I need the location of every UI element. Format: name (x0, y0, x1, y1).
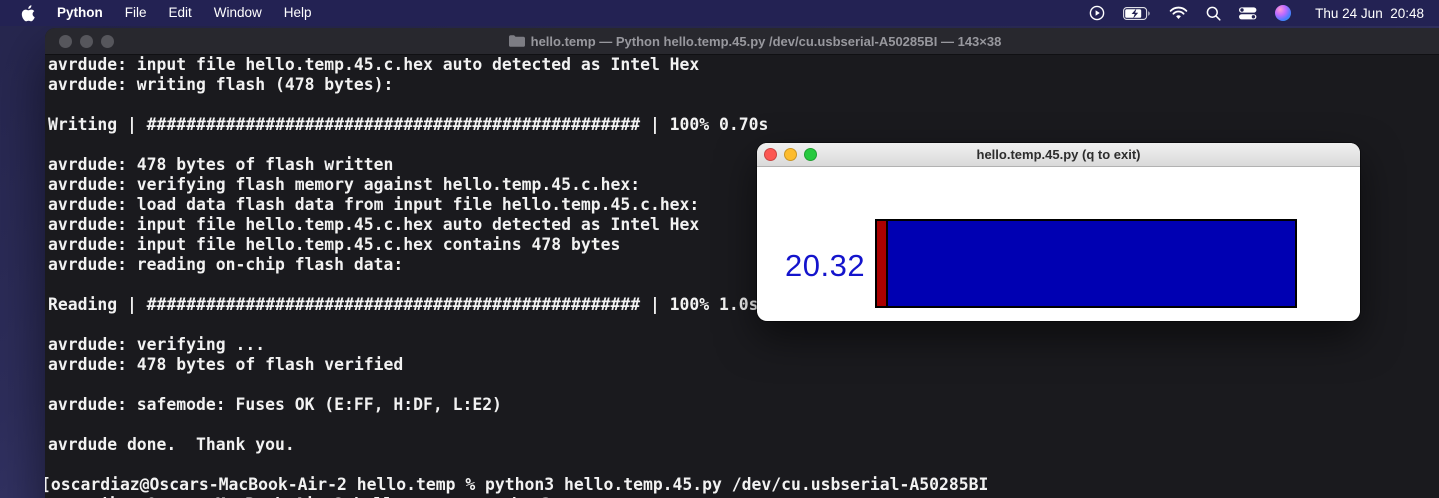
terminal-line: avrdude: 478 bytes of flash verified (48, 355, 404, 374)
terminal-line: avrdude: writing flash (478 bytes): (48, 75, 394, 94)
terminal-title: hello.temp — Python hello.temp.45.py /de… (508, 33, 1002, 49)
temperature-gauge (875, 219, 1297, 308)
menu-bar-left: Python File Edit Window Help (0, 0, 323, 26)
screen-recording-indicator-icon[interactable] (1089, 5, 1105, 21)
search-icon[interactable] (1206, 6, 1221, 21)
terminal-line: avrdude: safemode: Fuses OK (E:FF, H:DF,… (48, 395, 502, 414)
menu-app-name[interactable]: Python (48, 0, 114, 26)
terminal-line: avrdude: input file hello.temp.45.c.hex … (48, 55, 700, 74)
folder-icon (508, 35, 525, 47)
close-button[interactable] (764, 148, 777, 161)
popup-titlebar[interactable]: hello.temp.45.py (q to exit) (757, 143, 1360, 167)
zoom-button[interactable] (804, 148, 817, 161)
siri-icon[interactable] (1275, 5, 1292, 21)
gauge-red-segment (877, 221, 888, 306)
close-button[interactable] (59, 35, 72, 48)
terminal-line: avrdude: verifying ... (48, 335, 266, 354)
temperature-value: 20.32 (785, 248, 866, 283)
terminal-line: avrdude done. Thank you. (48, 435, 295, 454)
menu-bar: Python File Edit Window Help Thu 24 Jun … (0, 0, 1439, 26)
menu-help[interactable]: Help (273, 0, 323, 26)
popup-body: 20.32 (757, 167, 1360, 320)
menu-bar-clock[interactable]: Thu 24 Jun 20:48 (1315, 6, 1424, 21)
terminal-line: Writing | ##############################… (48, 115, 769, 134)
minimize-button[interactable] (784, 148, 797, 161)
wifi-icon[interactable] (1169, 6, 1188, 20)
popup-traffic-lights (764, 148, 817, 161)
python-temperature-window: hello.temp.45.py (q to exit) 20.32 (757, 143, 1360, 321)
terminal-line: [oscardiaz@Oscars-MacBook-Air-2 hello.te… (45, 475, 989, 494)
terminal-titlebar[interactable]: hello.temp — Python hello.temp.45.py /de… (45, 28, 1439, 55)
menu-edit[interactable]: Edit (158, 0, 203, 26)
apple-menu[interactable] (0, 4, 48, 22)
menu-bar-status: Thu 24 Jun 20:48 (1089, 0, 1439, 26)
terminal-traffic-lights (59, 35, 114, 48)
zoom-button[interactable] (101, 35, 114, 48)
menu-window[interactable]: Window (203, 0, 273, 26)
battery-icon[interactable] (1123, 6, 1151, 20)
control-center-icon[interactable] (1239, 6, 1257, 20)
popup-title: hello.temp.45.py (q to exit) (976, 147, 1141, 162)
terminal-title-text: hello.temp — Python hello.temp.45.py /de… (530, 33, 1002, 49)
apple-logo-icon (21, 4, 35, 21)
menu-file[interactable]: File (114, 0, 158, 26)
minimize-button[interactable] (80, 35, 93, 48)
